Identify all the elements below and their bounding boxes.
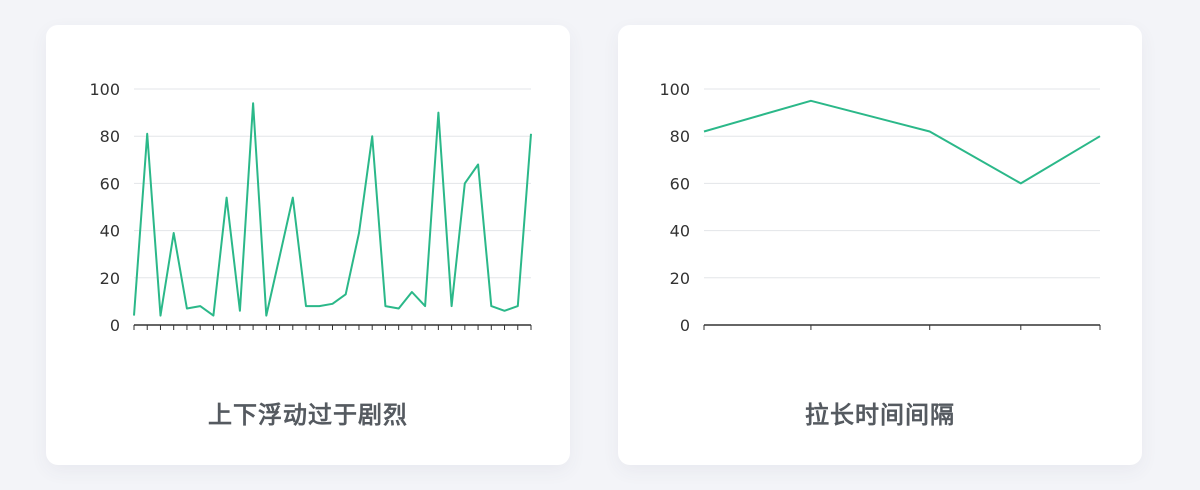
y-tick-label: 80: [100, 127, 120, 146]
series-line: [133, 102, 532, 317]
chart-card-volatile: 0 20 40 60 80 100 上下浮动过于剧烈: [46, 25, 570, 465]
chart-smoothed: 0 20 40 60 80 100: [659, 80, 1101, 335]
y-tick-label: 60: [100, 174, 120, 193]
y-tick-label: 20: [100, 269, 120, 288]
chart-volatile: 0 20 40 60 80 100: [89, 80, 532, 335]
y-tick-label: 0: [110, 316, 120, 335]
y-tick-label: 0: [680, 316, 690, 335]
series-line: [703, 99, 1101, 185]
chart-caption: 拉长时间间隔: [805, 401, 955, 429]
y-tick-label: 40: [100, 222, 120, 241]
y-tick-label: 100: [659, 80, 690, 99]
y-tick-label: 100: [89, 80, 120, 99]
y-tick-label: 40: [670, 222, 690, 241]
chart-card-smoothed: 0 20 40 60 80 100 拉长时间间隔: [618, 25, 1142, 465]
chart-caption: 上下浮动过于剧烈: [208, 401, 408, 429]
y-tick-label: 20: [670, 269, 690, 288]
y-tick-label: 80: [670, 127, 690, 146]
y-tick-label: 60: [670, 174, 690, 193]
